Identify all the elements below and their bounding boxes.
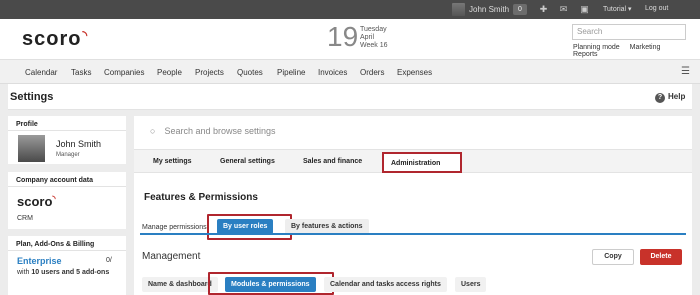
company-logo[interactable]: scoro◝ (17, 194, 56, 209)
search-icon: ○ (150, 126, 156, 136)
top-bar: John Smith 0 ✚ ✉ ▣ Tutorial ▾ Log out (0, 0, 700, 19)
profile-role: Manager (56, 152, 80, 158)
plan-name[interactable]: Enterprise (17, 256, 62, 266)
divider (8, 186, 126, 187)
profile-photo[interactable] (18, 135, 45, 162)
profile-name[interactable]: John Smith (56, 139, 101, 149)
date-day: 19 (327, 21, 359, 52)
by-features-button[interactable]: By features & actions (285, 219, 369, 234)
plan-card: Plan, Add-Ons & Billing Enterprise 0/ wi… (8, 236, 126, 295)
tab-sales-finance[interactable]: Sales and finance (303, 158, 362, 165)
nav-projects[interactable]: Projects (195, 68, 224, 77)
company-title: Company account data (16, 177, 94, 184)
tab-general-settings[interactable]: General settings (220, 158, 275, 165)
date-info: Tuesday April Week 16 (360, 26, 388, 49)
help-icon: ? (655, 93, 665, 103)
divider (8, 250, 126, 251)
company-card: Company account data scoro◝ CRM (8, 172, 126, 229)
nav-people[interactable]: People (157, 68, 182, 77)
main-nav: Calendar Tasks Companies People Projects… (0, 60, 700, 84)
tab-my-settings[interactable]: My settings (153, 158, 192, 165)
notification-count[interactable]: 0 (513, 4, 527, 15)
nav-quotes[interactable]: Quotes (237, 68, 263, 77)
user-avatar[interactable] (452, 3, 465, 16)
marketing-link[interactable]: Marketing (630, 44, 661, 51)
nav-companies[interactable]: Companies (104, 68, 144, 77)
manage-permissions-label: Manage permissions (142, 224, 207, 231)
mail-icon[interactable]: ✉ (558, 4, 569, 15)
settings-tabs: My settings General settings Sales and f… (134, 149, 692, 173)
plan-description: with 10 users and 5 add-ons (17, 269, 110, 276)
delete-button[interactable]: Delete (640, 249, 682, 265)
company-product: CRM (17, 215, 33, 222)
planning-mode-link[interactable]: Planning mode (573, 44, 620, 51)
section-title: Features & Permissions (144, 192, 258, 203)
plus-icon[interactable]: ✚ (538, 4, 549, 15)
subtab-name-dashboard[interactable]: Name & dashboard (142, 277, 218, 292)
highlight-box (207, 214, 292, 240)
settings-main-panel: ○ Search and browse settings My settings … (134, 116, 692, 295)
subtab-underline (140, 233, 686, 235)
header-links: Planning mode Marketing Reports (573, 44, 700, 58)
profile-title: Profile (16, 121, 38, 128)
tab-administration[interactable]: Administration (382, 152, 462, 173)
logout-link[interactable]: Log out (645, 5, 668, 12)
hamburger-icon[interactable]: ☰ (681, 66, 690, 77)
nav-tasks[interactable]: Tasks (71, 68, 91, 77)
scoro-logo[interactable]: scoro◝ (22, 28, 88, 51)
user-name[interactable]: John Smith (469, 5, 509, 14)
settings-search[interactable]: ○ Search and browse settings (150, 126, 276, 136)
profile-card: Profile John Smith Manager (8, 116, 126, 164)
highlight-box (208, 272, 334, 295)
search-input[interactable]: Search (572, 24, 686, 40)
help-button[interactable]: ? Help (655, 92, 685, 103)
page-title: Settings (10, 91, 54, 103)
nav-calendar[interactable]: Calendar (25, 68, 57, 77)
plan-usage: 0/ (106, 257, 112, 264)
nav-invoices[interactable]: Invoices (318, 68, 347, 77)
copy-button[interactable]: Copy (592, 249, 634, 265)
settings-bar: Settings ? Help (8, 84, 692, 110)
nav-pipeline[interactable]: Pipeline (277, 68, 305, 77)
gift-icon[interactable]: ▣ (579, 4, 590, 15)
subtab-calendar-tasks-access[interactable]: Calendar and tasks access rights (324, 277, 447, 292)
divider (8, 130, 126, 131)
header: scoro◝ 19 Tuesday April Week 16 Search P… (0, 19, 700, 60)
management-title: Management (142, 251, 201, 262)
tutorial-menu[interactable]: Tutorial ▾ (603, 5, 632, 13)
nav-orders[interactable]: Orders (360, 68, 384, 77)
nav-expenses[interactable]: Expenses (397, 68, 432, 77)
subtab-users[interactable]: Users (455, 277, 487, 292)
plan-title: Plan, Add-Ons & Billing (16, 241, 95, 248)
reports-link[interactable]: Reports (573, 51, 598, 58)
